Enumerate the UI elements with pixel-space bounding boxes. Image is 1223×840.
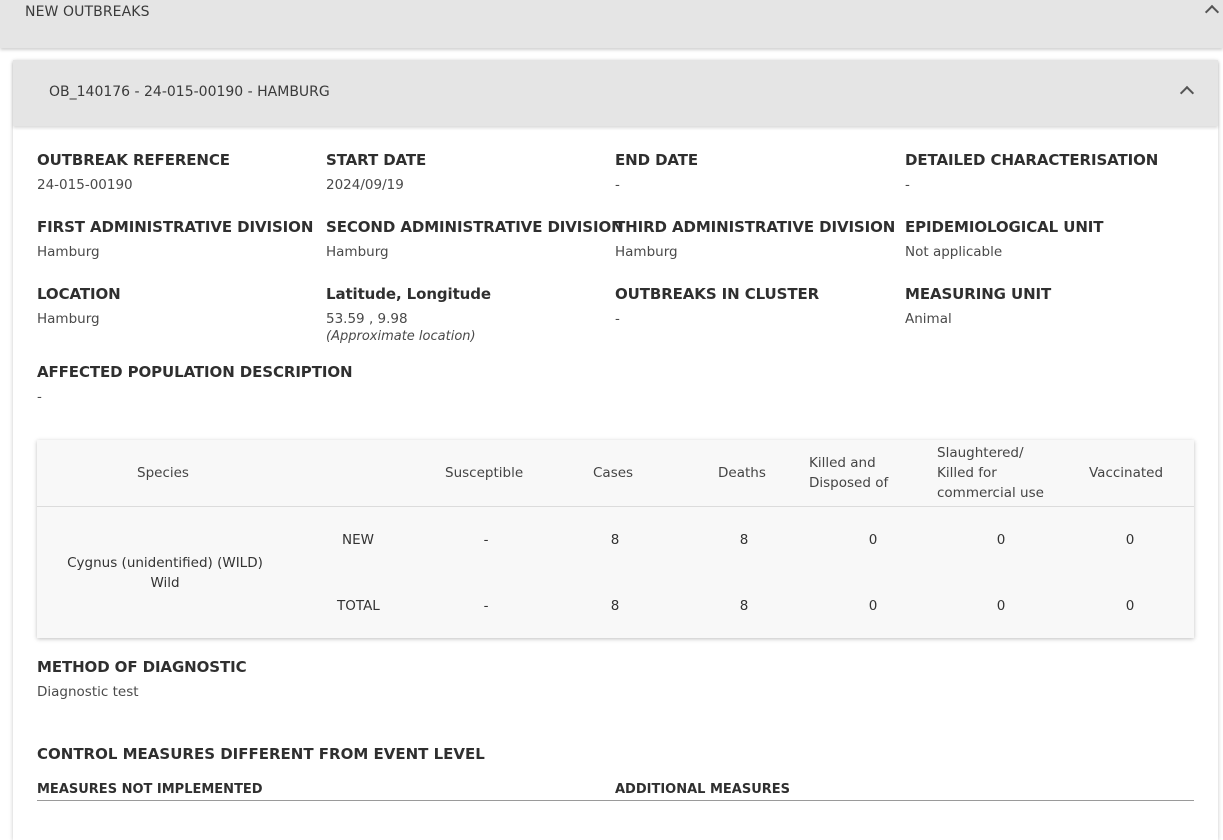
cell-susceptible: - [483,532,489,548]
field-value: Hamburg [326,244,389,260]
field-third-admin-division: THIRD ADMINISTRATIVE DIVISION Hamburg [615,218,895,260]
field-label: FIRST ADMINISTRATIVE DIVISION [37,218,314,236]
field-value: Not applicable [905,244,1003,260]
cell-deaths: 8 [739,532,749,548]
table-header-row: Species Susceptible Cases Deaths Killed … [37,440,1194,507]
species-table: Species Susceptible Cases Deaths Killed … [37,440,1194,638]
field-label: OUTBREAKS IN CLUSTER [615,285,820,303]
field-value: Hamburg [37,311,100,327]
th-slaughtered-line2: Killed for [937,465,997,481]
divider [37,800,1194,801]
field-value: 24-015-00190 [37,177,133,193]
field-label: AFFECTED POPULATION DESCRIPTION [37,363,353,381]
field-first-admin-division: FIRST ADMINISTRATIVE DIVISION Hamburg [37,218,313,260]
field-epidemiological-unit: EPIDEMIOLOGICAL UNIT Not applicable [905,218,1104,260]
field-value: Animal [905,311,952,327]
field-start-date: START DATE 2024/09/19 [326,151,426,193]
cell-slaughtered: 0 [996,532,1006,548]
approximate-location-note: (Approximate location) [326,329,476,344]
field-value: 53.59 , 9.98 [326,311,408,327]
field-detailed-characterisation: DETAILED CHARACTERISATION - [905,151,1158,193]
field-label: METHOD OF DIAGNOSTIC [37,658,247,676]
th-deaths: Deaths [718,465,766,481]
th-species: Species [137,465,189,481]
field-label: END DATE [615,151,699,169]
field-label: Latitude, Longitude [326,285,491,303]
th-slaughtered: Slaughtered/ Killed for commercial use [937,443,1044,503]
cell-susceptible: - [483,598,489,614]
species-cell: Cygnus (unidentified) (WILD) Wild [47,553,283,593]
cell-cases: 8 [610,532,620,548]
field-measuring-unit: MEASURING UNIT Animal [905,285,1051,327]
chevron-up-icon[interactable] [1179,85,1195,101]
chevron-up-icon[interactable] [1204,4,1220,20]
th-killed-line2: Disposed of [809,475,889,491]
field-value: - [615,177,620,193]
field-value: Diagnostic test [37,684,139,700]
field-value: Hamburg [615,244,678,260]
cell-vaccinated: 0 [1125,532,1135,548]
cell-cases: 8 [610,598,620,614]
field-label: LOCATION [37,285,121,303]
field-method-of-diagnostic: METHOD OF DIAGNOSTIC Diagnostic test [37,658,247,700]
row-label: TOTAL [337,598,380,614]
field-outbreaks-in-cluster: OUTBREAKS IN CLUSTER - [615,285,819,327]
field-location: LOCATION Hamburg [37,285,121,327]
outbreak-title: OB_140176 - 24-015-00190 - HAMBURG [49,84,330,100]
field-value: 2024/09/19 [326,177,404,193]
field-label: THIRD ADMINISTRATIVE DIVISION [615,218,896,236]
cell-killed: 0 [868,532,878,548]
cell-vaccinated: 0 [1125,598,1135,614]
field-second-admin-division: SECOND ADMINISTRATIVE DIVISION Hamburg [326,218,624,260]
th-slaughtered-line3: commercial use [937,485,1044,501]
field-value: - [37,389,42,405]
outbreak-panel-header[interactable]: OB_140176 - 24-015-00190 - HAMBURG [13,60,1218,126]
th-killed-line1: Killed and [809,455,876,471]
field-label: DETAILED CHARACTERISATION [905,151,1159,169]
additional-measures-label: ADDITIONAL MEASURES [615,782,791,797]
field-label: MEASURING UNIT [905,285,1052,303]
field-value: - [615,311,620,327]
th-susceptible: Susceptible [445,465,524,481]
field-value: Hamburg [37,244,100,260]
field-affected-population: AFFECTED POPULATION DESCRIPTION - [37,363,353,405]
cell-slaughtered: 0 [996,598,1006,614]
field-latitude-longitude: Latitude, Longitude 53.59 , 9.98 (Approx… [326,285,491,344]
new-outbreaks-header[interactable]: NEW OUTBREAKS [0,0,1223,48]
cell-deaths: 8 [739,598,749,614]
field-value: - [905,177,910,193]
measures-not-implemented-label: MEASURES NOT IMPLEMENTED [37,782,263,797]
section-title: NEW OUTBREAKS [25,4,150,20]
field-label: OUTBREAK REFERENCE [37,151,230,169]
th-killed-disposed: Killed and Disposed of [809,453,888,493]
th-slaughtered-line1: Slaughtered/ [937,445,1024,461]
cell-killed: 0 [868,598,878,614]
control-measures-title: CONTROL MEASURES DIFFERENT FROM EVENT LE… [37,745,485,763]
species-name: Cygnus (unidentified) (WILD) [67,555,263,571]
field-label: START DATE [326,151,427,169]
field-end-date: END DATE - [615,151,698,193]
species-type: Wild [150,575,180,591]
th-cases: Cases [593,465,634,481]
field-label: SECOND ADMINISTRATIVE DIVISION [326,218,624,236]
field-label: EPIDEMIOLOGICAL UNIT [905,218,1104,236]
field-outbreak-reference: OUTBREAK REFERENCE 24-015-00190 [37,151,230,193]
row-label: NEW [342,532,374,548]
th-vaccinated: Vaccinated [1089,465,1164,481]
